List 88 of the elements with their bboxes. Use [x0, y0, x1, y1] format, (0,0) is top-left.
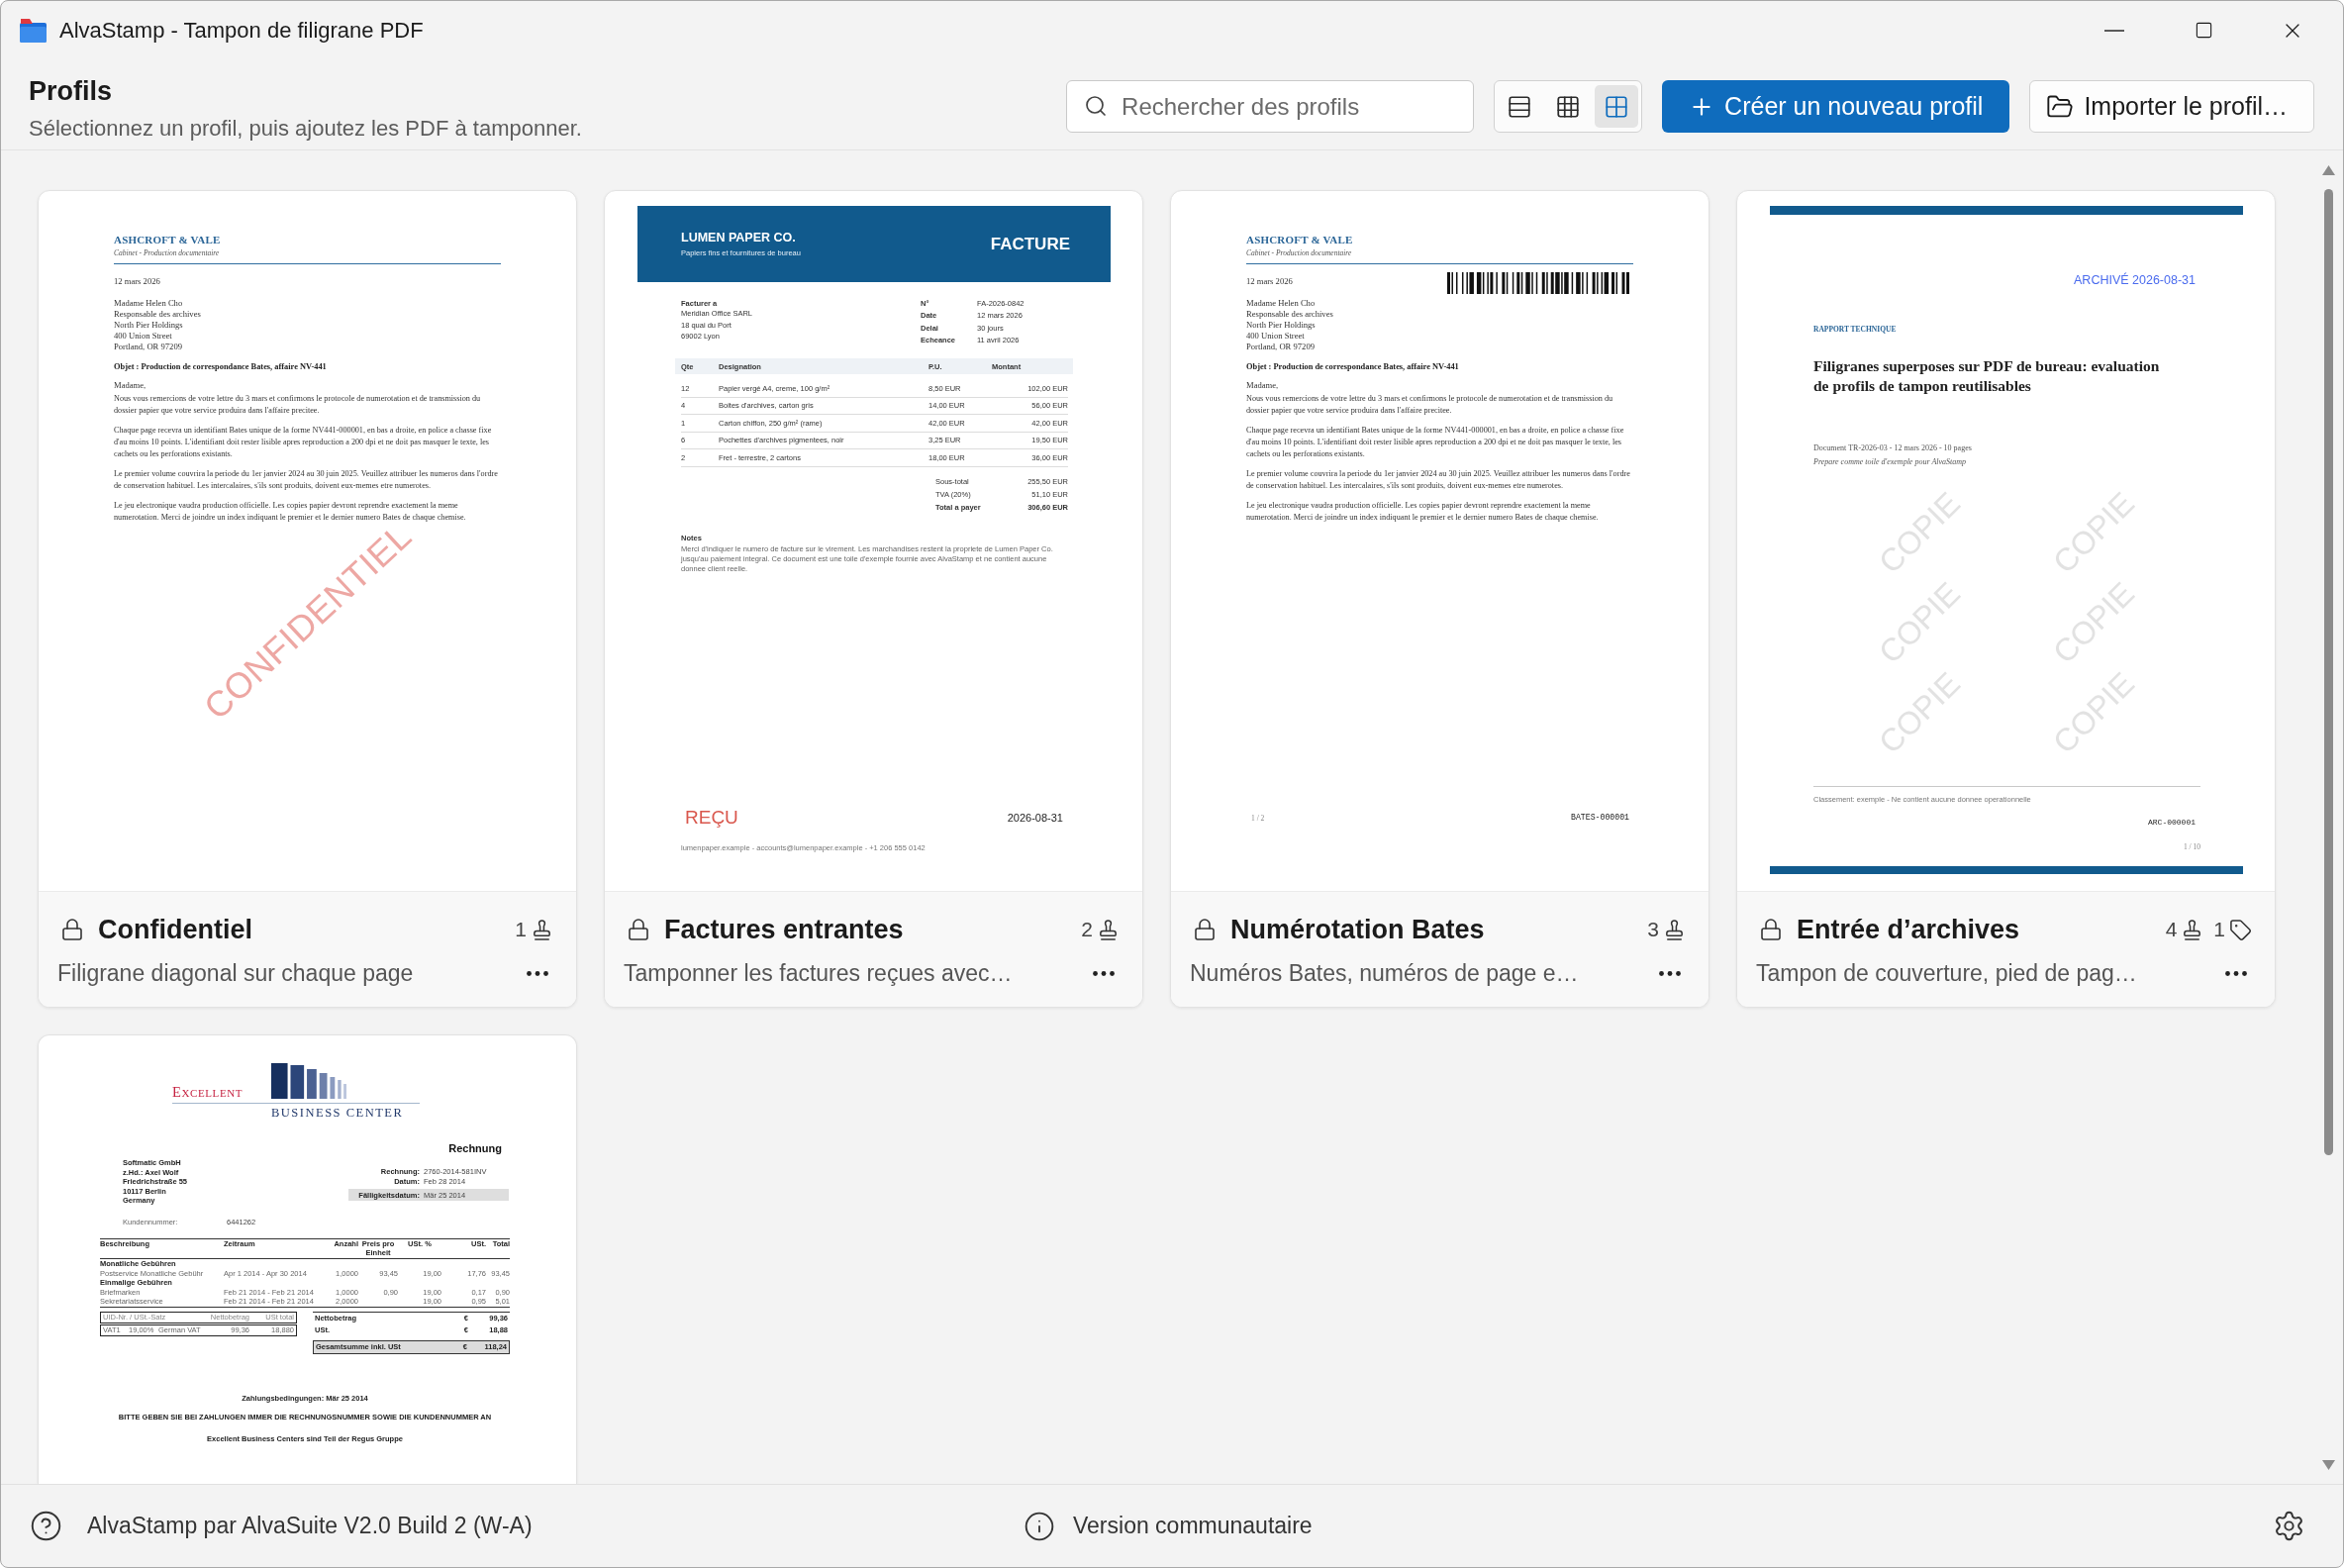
profile-description: Filigrane diagonal sur chaque page: [57, 959, 414, 987]
tag-count: 1: [2213, 918, 2225, 941]
scrollbar-thumb[interactable]: [2324, 189, 2333, 1155]
letter-subject: Objet : Production de correspondance Bates, affaire NV-441: [114, 361, 328, 373]
logo-wordmark: EXCELLENT: [172, 1086, 244, 1099]
scroll-up-icon[interactable]: [2322, 165, 2335, 175]
product-version: AlvaStamp par AlvaSuite V2.0 Build 2 (W-A): [87, 1513, 533, 1539]
report-meta: Document TR-2026-03 - 12 mars 2026 - 10 pages: [1813, 443, 1973, 453]
search-field[interactable]: Rechercher des profils: [1066, 80, 1475, 133]
settings-icon[interactable]: [2273, 1510, 2305, 1542]
page-subtitle: Sélectionnez un profil, puis ajoutez les PDF à tamponner.: [29, 115, 582, 143]
letter-subject: Objet : Production de correspondance Bates, affaire NV-441: [1246, 361, 1460, 373]
address-line: Madame Helen Cho: [1246, 298, 1317, 309]
profile-card[interactable]: [1736, 190, 2276, 1008]
search-icon: [1084, 94, 1109, 118]
profile-title: Confidentiel: [98, 914, 252, 945]
address-line: North Pier Holdings: [1246, 320, 1317, 331]
help-icon[interactable]: [30, 1510, 62, 1542]
stamp-icon: [1097, 918, 1120, 941]
more-icon: [527, 970, 548, 976]
address-line: 400 Union Street: [1246, 331, 1306, 342]
grid-icon: [1555, 93, 1582, 120]
tile-view-button[interactable]: [1595, 85, 1639, 128]
more-icon: [2225, 970, 2247, 976]
profile-card[interactable]: [38, 1034, 577, 1484]
invoice-title: Rechnung: [448, 1142, 502, 1155]
bates-number: BATES-000001: [1571, 813, 1629, 823]
letter-paragraph: Chaque page recevra un identifiant Bates unique de la forme NV441-000001, en bas a droite, en police a chasse fixe d'au moins 10 points. L'identifiant doit rester lisible apres reproduction a 200 dpi et ne doit pas masquer le texte, les cachets ou les perforations existants.: [1246, 425, 1625, 460]
report-title: Filigranes superposes sur PDF de bureau: evaluation de profils de tampon reutilisables: [1813, 356, 2161, 396]
tiles-icon: [1604, 93, 1630, 120]
letter-paragraph: Chaque page recevra un identifiant Bates unique de la forme NV441-000001, en bas a droite, en police a chasse fixe d'au moins 10 points. L'identifiant doit rester lisible apres reproduction a 200 dpi et ne doit pas masquer le texte, les cachets ou les perforations existants.: [114, 425, 493, 460]
scroll-down-icon[interactable]: [2322, 1460, 2335, 1470]
letter-salutation: Madame,: [1246, 379, 1280, 391]
minimize-icon: [2104, 29, 2124, 32]
stamp-count: 2: [1081, 918, 1093, 941]
window-title: AlvaStamp - Tampon de filigrane PDF: [59, 17, 424, 44]
app-logo-icon: [20, 18, 47, 43]
address-line: North Pier Holdings: [114, 320, 184, 331]
company-name: LUMEN PAPER CO.: [681, 231, 797, 245]
letter-paragraph: Le jeu electronique vaudra production officielle. Les copies papier devront reprendre exactement la meme numerotation. Merci de joindre un index indiquant le premier et le dernier numero Bates de chaque chemise.: [114, 500, 467, 524]
letter-paragraph: Le premier volume couvrira la periode du 1er janvier 2024 au 30 juin 2025. Veuillez attribuer les numeros dans l'ordre de conservation habituel. Les intercalaires, s'ils sont produits, doivent eux-memes etre numerotes.: [114, 468, 499, 492]
profile-title: Factures entrantes: [664, 914, 904, 945]
profile-title: Entrée d’archives: [1797, 914, 2020, 945]
letter-paragraph: Le premier volume couvrira la periode du 1er janvier 2024 au 30 juin 2025. Veuillez attribuer les numeros dans l'ordre de conservation habituel. Les intercalaires, s'ils sont produits, doivent eux-memes etre numerotes.: [1246, 468, 1631, 492]
logo-subtitle: BUSINESS CENTER: [270, 1106, 405, 1121]
address-line: Portland, OR 97209: [1246, 342, 1316, 352]
tag-icon: [2229, 918, 2252, 941]
stamp-count: 3: [1647, 918, 1659, 941]
address-line: 400 Union Street: [114, 331, 173, 342]
invoice-title: FACTURE: [990, 234, 1070, 254]
address-line: Portland, OR 97209: [114, 342, 183, 352]
profile-card[interactable]: [1170, 190, 1709, 1008]
letter-date: 12 mars 2026: [1246, 276, 1293, 287]
edition-label: Version communautaire: [1073, 1513, 1313, 1539]
maximize-icon: [2194, 21, 2213, 40]
letter-paragraph: Nous vous remercions de votre lettre du 3 mars et confirmons le protocole de numerotation et de transmission du dossier papier que votre service produira dans l'affaire precitee.: [114, 393, 482, 417]
stamp-count: 1: [515, 918, 527, 941]
logo-bars-icon: [271, 1063, 346, 1099]
stamp-count: 4: [2165, 918, 2178, 941]
letter-paragraph: Nous vous remercions de votre lettre du 3 mars et confirmons le protocole de numerotation et de transmission du dossier papier que votre service produira dans l'affaire precitee.: [1246, 393, 1614, 417]
profile-title: Numérotation Bates: [1230, 914, 1485, 945]
profile-card[interactable]: [604, 190, 1143, 1008]
address-line: Responsable des archives: [114, 309, 202, 320]
stamp-icon: [1663, 918, 1686, 941]
letter-date: 12 mars 2026: [114, 276, 160, 287]
create-profile-button[interactable]: Créer un nouveau profil: [1662, 80, 2010, 133]
letter-salutation: Madame,: [114, 379, 147, 391]
more-icon: [1659, 970, 1681, 976]
rows-icon: [1507, 93, 1533, 120]
received-label: REÇU: [685, 807, 738, 829]
more-icon: [1093, 970, 1115, 976]
address-line: Madame Helen Cho: [114, 298, 184, 309]
stamp-icon: [531, 918, 553, 941]
barcode-icon: [1447, 272, 1629, 294]
info-icon: [1024, 1510, 1055, 1542]
profile-description: Numéros Bates, numéros de page e…: [1190, 959, 1579, 987]
report-note: Prepare comme toile d'exemple pour AlvaStamp: [1813, 457, 1968, 467]
stamp-date: 2026-08-31: [1007, 811, 1063, 825]
page-title: Profils: [29, 75, 114, 108]
bates-number: ARC-000001: [2148, 818, 2196, 828]
address-line: Responsable des archives: [1246, 309, 1334, 320]
profile-description: Tampon de couverture, pied de pag…: [1756, 959, 2137, 987]
letterhead-company: ASHCROFT & VALE: [114, 234, 222, 246]
archive-label: ARCHIVÉ 2026-08-31: [2074, 273, 2196, 288]
import-profile-button[interactable]: Importer le profil…: [2029, 80, 2314, 133]
letterhead-company: ASHCROFT & VALE: [1246, 234, 1354, 246]
profile-description: Tamponner les factures reçues avec…: [624, 959, 1013, 987]
letter-paragraph: Le jeu electronique vaudra production officielle. Les copies papier devront reprendre exactement la meme numerotation. Merci de joindre un index indiquant le premier et le dernier numero Bates de chaque chemise.: [1246, 500, 1600, 524]
